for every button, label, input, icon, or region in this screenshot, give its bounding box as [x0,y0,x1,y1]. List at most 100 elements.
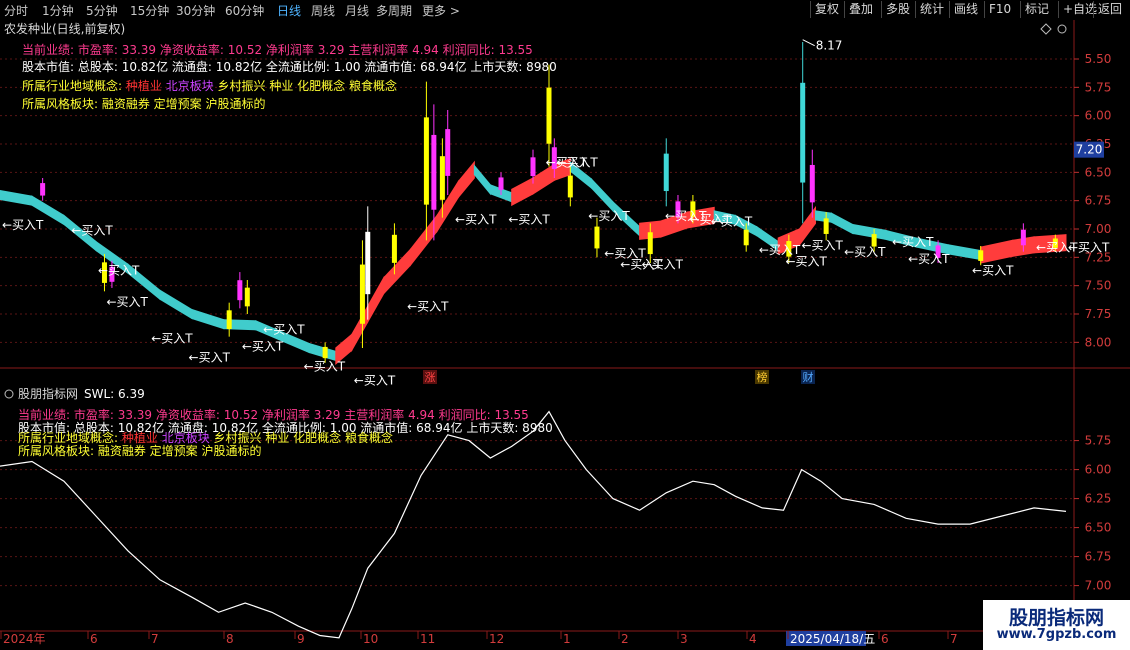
candle-body [226,310,232,330]
main-info-3-text: 所属风格板块: 融资融券 定增预案 沪股通标的 [22,96,266,111]
toolbar-button-8[interactable]: 返回 [1093,1,1126,18]
candle-body [423,117,429,205]
candle-body [439,156,445,200]
main-y-tick-label: 6.00 [1085,109,1112,123]
buy-signal-label: ←买入T [908,252,950,266]
candle-body [978,250,984,261]
x-tick-label: 3 [680,632,688,646]
x-tick-label: 1 [563,632,571,646]
main-y-tick-label: 6.50 [1085,165,1112,179]
sub-info-2-part-3: 乡村振兴 种业 化肥概念 粮食概念 [210,430,393,445]
toolbar-button-4[interactable]: 画线 [949,1,982,18]
candle-body [647,232,653,255]
sub-y-tick-label: 6.25 [1085,492,1112,506]
candle-body [823,218,829,234]
period-tab-3[interactable]: 15分钟 [130,2,169,19]
candle-body [322,346,328,359]
sub-y-tick-label: 5.75 [1085,434,1112,448]
buy-signal-label: ←买入T [151,331,193,345]
x-tick-label: 2024年 [3,632,46,646]
candle-body [391,234,397,263]
period-tab-10[interactable]: 更多 > [422,2,460,19]
main-title: 农发种业(日线,前复权) [4,21,125,36]
buy-signal-label: ←买入T [588,209,630,223]
candle-body [800,82,806,183]
event-badge-label: 榜 [757,370,768,384]
sub-value-label: SWL: 6.39 [84,387,145,401]
main-info-2-part-1: 种植业 [122,78,162,93]
watermark-logo: 股朋指标网 www.7gpzb.com [983,600,1130,650]
candle-body [445,129,451,176]
period-tab-0[interactable]: 分时 [4,2,28,19]
buy-signal-label: ←买入T [189,351,231,365]
x-tick-label: 9 [297,632,305,646]
main-y-tick-label: 7.50 [1085,279,1112,293]
buy-signal-label: ←买入T [407,300,449,314]
period-tab-6[interactable]: 日线 [277,2,301,19]
period-tab-5[interactable]: 60分钟 [225,2,264,19]
sub-info-2-text: 所属行业地域概念: 种植业 北京板块 乡村振兴 种业 化肥概念 粮食概念 [18,430,393,445]
current-price-label: 7.20 [1076,143,1103,157]
x-tick-label: 12 [489,632,504,646]
sub-info-2-part-1: 种植业 [118,430,158,445]
buy-signal-label: ←买入T [1068,241,1110,255]
candle-body [40,183,46,196]
watermark-line2: www.7gpzb.com [996,627,1117,642]
event-badge-label: 财 [803,370,814,384]
candle-body [365,231,371,295]
main-info-0-text: 当前业绩: 市盈率: 33.39 净资收益率: 10.52 净利润率 3.29 … [22,42,533,57]
x-tick-label: 4 [749,632,757,646]
main-info-3-part-1: 融资融券 定增预案 沪股通标的 [98,96,265,111]
buy-signal-label: ←买入T [786,254,828,268]
x-tick-label: 2025/04/18/五 [790,632,875,646]
period-toolbar: 分时 1分钟 5分钟 15分钟 30分钟 60分钟 日线 周线 月线 多周期 更多 > 复权 叠加 多股… [0,0,1130,21]
main-y-tick-label: 8.00 [1085,335,1112,349]
toolbar-button-3[interactable]: 统计 [915,1,948,18]
high-price-label: 8.17 [816,39,843,53]
period-tab-2[interactable]: 5分钟 [86,2,118,19]
buy-signal-label: ←买入T [304,360,346,374]
main-y-tick-label: 5.75 [1085,80,1112,94]
candle-body [498,177,504,190]
main-y-tick-label: 7.00 [1085,222,1112,236]
period-tab-9[interactable]: 多周期 [376,2,412,19]
toolbar-button-2[interactable]: 多股 [881,1,914,18]
sub-info-3-part-1: 融资融券 定增预案 沪股通标的 [94,443,261,458]
event-badge-label: 涨 [425,371,436,384]
x-tick-label: 2 [621,632,629,646]
x-tick-label: 8 [226,632,234,646]
candle-body [244,287,250,307]
toolbar-button-1[interactable]: 叠加 [844,1,877,18]
candle-body [431,134,437,210]
buy-signal-label: ←买入T [556,156,598,170]
buy-signal-label: ←买入T [508,212,550,226]
buy-signal-label: ←买入T [98,263,140,277]
candle-body [237,280,243,301]
buy-signal-label: ←买入T [71,224,113,238]
sub-info-0-text: 当前业绩: 市盈率: 33.39 净资收益率: 10.52 净利润率 3.29 … [18,407,529,422]
sub-info-2-part-2: 北京板块 [158,431,210,445]
toolbar-button-6[interactable]: 标记 [1020,1,1053,18]
toolbar-button-5[interactable]: F10 [984,1,1015,18]
candle-body [809,164,815,203]
toolbar-button-0[interactable]: 复权 [810,1,843,18]
period-tab-8[interactable]: 月线 [345,2,369,19]
main-y-tick-label: 7.75 [1085,307,1112,321]
sub-y-tick-label: 6.50 [1085,521,1112,535]
buy-signal-label: ←买入T [972,263,1014,277]
sub-y-tick-label: 6.75 [1085,550,1112,564]
candle-body [663,153,669,192]
candle-body [546,87,552,144]
period-tab-4[interactable]: 30分钟 [176,2,215,19]
buy-signal-label: ←买入T [711,215,753,229]
x-tick-label: 7 [950,632,958,646]
period-tab-7[interactable]: 周线 [311,2,335,19]
buy-signal-label: ←买入T [892,235,934,249]
buy-signal-label: ←买入T [455,212,497,226]
period-tab-1[interactable]: 1分钟 [42,2,74,19]
x-tick-label: 7 [151,632,159,646]
kline-chart[interactable]: 8.007.757.507.257.006.756.506.256.005.75… [0,20,1130,650]
watermark-line1: 股朋指标网 [1008,607,1104,629]
buy-signal-label: ←买入T [106,295,148,309]
sub-title: 股朋指标网 [18,386,78,401]
